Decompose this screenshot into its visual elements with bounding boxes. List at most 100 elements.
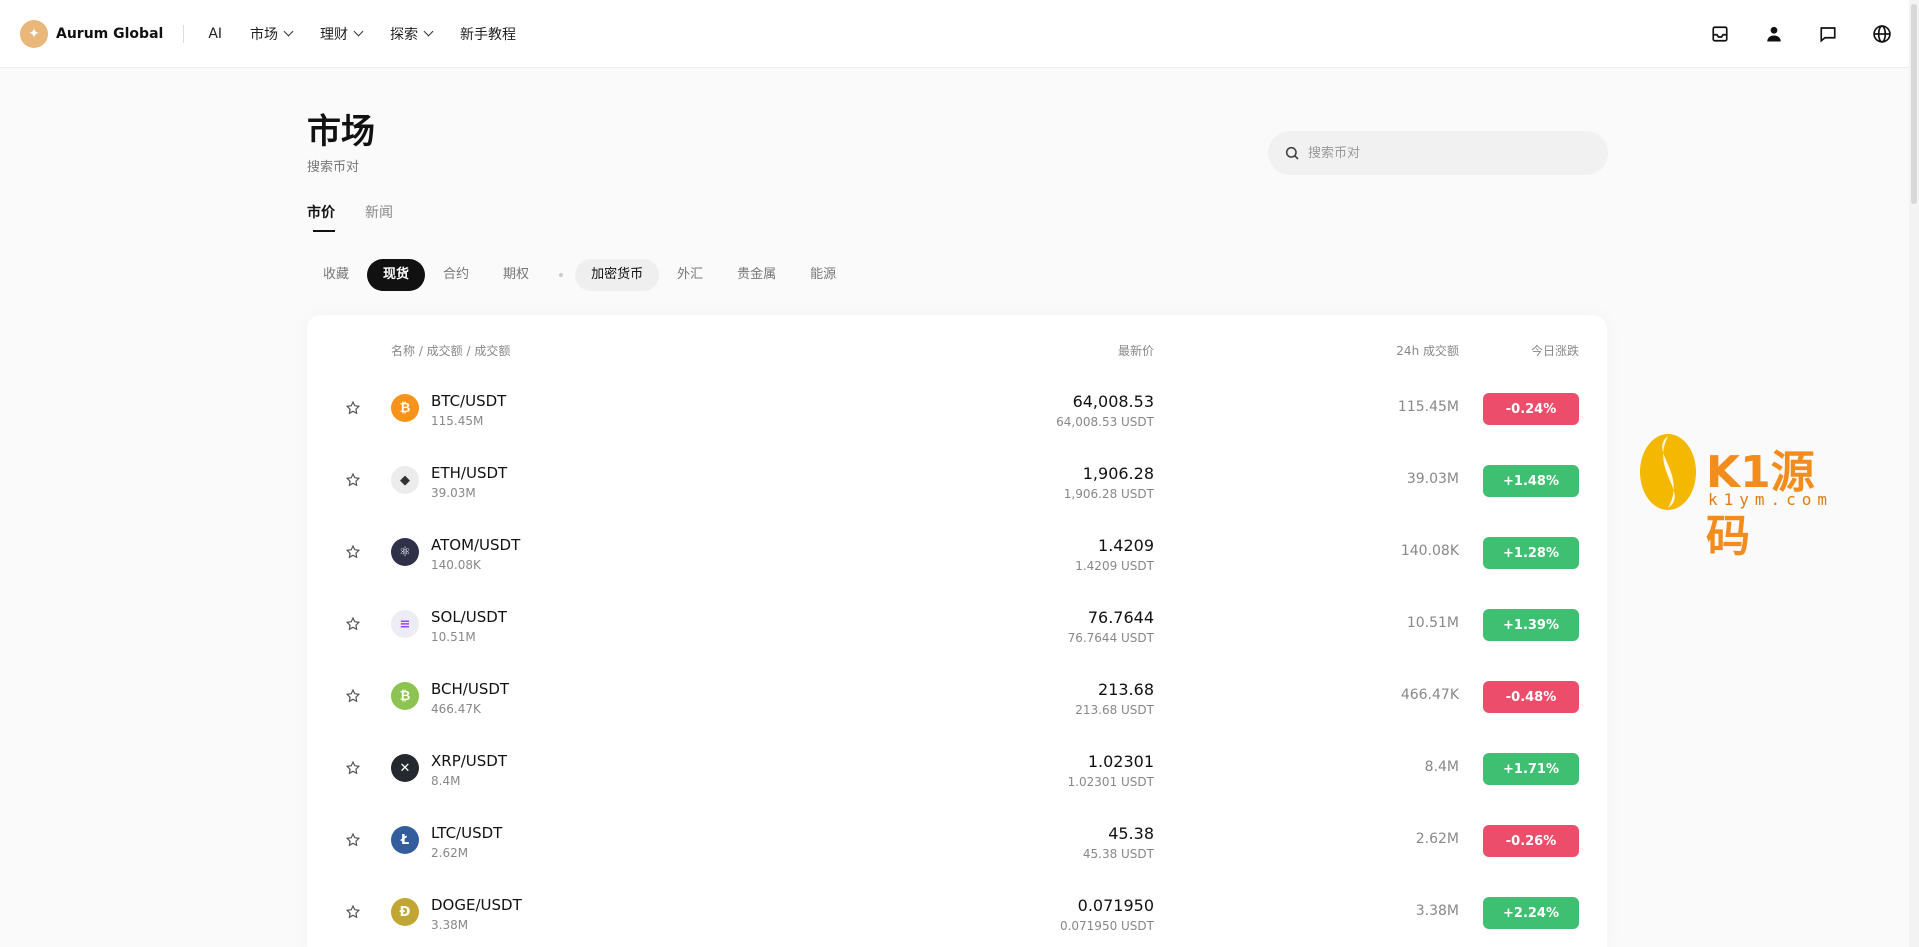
xrp-icon: ✕	[391, 754, 419, 782]
favorite-star-icon[interactable]	[345, 688, 363, 706]
chat-icon[interactable]	[1815, 21, 1841, 47]
search-box[interactable]	[1268, 131, 1608, 175]
chevron-down-icon	[283, 26, 294, 37]
last-price-usdt: 213.68 USDT	[1075, 703, 1154, 717]
table-row[interactable]: ◆ ETH/USDT 39.03M 1,906.28 1,906.28 USDT 39.0…	[307, 445, 1607, 517]
volume-24h: 115.45M	[1397, 399, 1459, 415]
change-badge: +1.28%	[1483, 537, 1579, 569]
change-badge: +1.71%	[1483, 753, 1579, 785]
filter-chip[interactable]: 现货	[367, 259, 426, 291]
filter-chip[interactable]: 贵金属	[721, 259, 792, 291]
favorite-star-icon[interactable]	[345, 472, 363, 490]
nav-item-3[interactable]: 探索	[390, 24, 434, 44]
filter-chip[interactable]: 加密货币	[575, 259, 660, 291]
table-row[interactable]: ₿ BTC/USDT 115.45M 64,008.53 64,008.53 USDT 1…	[307, 373, 1607, 445]
last-price: 1,906.28	[1082, 464, 1154, 483]
table-row[interactable]: Ð DOGE/USDT 3.38M 0.071950 0.071950 USDT 3.38…	[307, 877, 1607, 947]
pair-name: BCH/USDT	[431, 680, 510, 698]
last-price-usdt: 0.071950 USDT	[1059, 919, 1154, 933]
watermark-logo: K1源码 k1ym.com	[1638, 432, 1838, 562]
volume-24h: 8.4M	[1424, 759, 1459, 775]
nav-item-1[interactable]: 市场	[250, 24, 294, 44]
pair-name: BTC/USDT	[431, 392, 507, 410]
table-row[interactable]: ₿ BCH/USDT 466.47K 213.68 213.68 USDT 466.47K…	[307, 661, 1607, 733]
pair-volume: 115.45M	[431, 414, 484, 428]
table-row[interactable]: Ł LTC/USDT 2.62M 45.38 45.38 USDT 2.62M -0.26%	[307, 805, 1607, 877]
nav-item-label: 新手教程	[460, 26, 517, 43]
eth-icon: ◆	[391, 466, 419, 494]
market-table: 名称 / 成交额 / 成交额 最新价 24h 成交额 今日涨跌 ₿ BTC/USD…	[307, 315, 1607, 947]
volume-24h: 10.51M	[1406, 615, 1459, 631]
ltc-icon: Ł	[391, 826, 419, 854]
pair-volume: 3.38M	[431, 918, 469, 932]
favorite-star-icon[interactable]	[345, 544, 363, 562]
page-title: 市场	[307, 112, 375, 152]
filter-chip[interactable]: 合约	[427, 259, 485, 291]
pair-volume: 2.62M	[431, 846, 469, 860]
change-badge: +2.24%	[1483, 897, 1579, 929]
volume-24h: 39.03M	[1406, 471, 1459, 487]
nav-item-label: 市场	[250, 26, 279, 43]
nav-item-2[interactable]: 理财	[320, 24, 364, 44]
last-price: 64,008.53	[1072, 392, 1154, 411]
table-row[interactable]: ✕ XRP/USDT 8.4M 1.02301 1.02301 USDT 8.4M +1.7…	[307, 733, 1607, 805]
filter-chip[interactable]: 期权	[487, 259, 545, 291]
inbox-icon[interactable]	[1707, 21, 1733, 47]
nav-divider	[183, 24, 185, 43]
last-price-usdt: 76.7644 USDT	[1067, 631, 1154, 645]
brand-logo-icon: ✦	[20, 19, 48, 48]
header-volume: 24h 成交额	[1396, 344, 1459, 358]
pair-volume: 39.03M	[431, 486, 476, 500]
user-icon[interactable]	[1761, 21, 1787, 47]
nav-item-label: 理财	[320, 26, 349, 43]
header-change: 今日涨跌	[1530, 344, 1579, 358]
volume-24h: 140.08K	[1400, 543, 1459, 559]
nav-item-label: AI	[208, 25, 223, 42]
change-badge: -0.48%	[1483, 681, 1579, 713]
main-nav: AI 市场 理财 探索 新手教程	[208, 24, 544, 44]
table-row[interactable]: ⚛ ATOM/USDT 140.08K 1.4209 1.4209 USDT 140.08…	[307, 517, 1607, 589]
brand[interactable]: ✦ Aurum Global	[20, 19, 163, 48]
pair-name: ETH/USDT	[431, 464, 508, 482]
filter-chip[interactable]: 能源	[794, 259, 852, 291]
table-row[interactable]: ≡ SOL/USDT 10.51M 76.7644 76.7644 USDT 10.51M…	[307, 589, 1607, 661]
tab-0[interactable]: 市价	[307, 202, 335, 232]
favorite-star-icon[interactable]	[345, 616, 363, 634]
nav-item-4[interactable]: 新手教程	[460, 24, 516, 44]
watermark-swirl-icon	[1640, 434, 1696, 510]
nav-item-0[interactable]: AI	[208, 26, 222, 42]
header-name: 名称 / 成交额 / 成交额	[391, 344, 511, 358]
header-price: 最新价	[1117, 344, 1154, 358]
pair-volume: 466.47K	[431, 702, 481, 716]
globe-icon[interactable]	[1869, 21, 1895, 47]
filter-chip[interactable]: 收藏	[307, 259, 365, 291]
search-input[interactable]	[1308, 145, 1588, 161]
favorite-star-icon[interactable]	[345, 904, 363, 922]
last-price-usdt: 1.02301 USDT	[1067, 775, 1154, 789]
top-navbar: ✦ Aurum Global AI 市场 理财 探索 新手教程	[0, 0, 1919, 68]
filter-chip[interactable]: 外汇	[661, 259, 719, 291]
volume-24h: 466.47K	[1400, 687, 1459, 703]
last-price-usdt: 45.38 USDT	[1082, 847, 1154, 861]
favorite-star-icon[interactable]	[345, 400, 363, 418]
pair-name: XRP/USDT	[431, 752, 508, 770]
chip-separator	[559, 273, 564, 277]
tab-1[interactable]: 新闻	[365, 202, 393, 232]
change-badge: -0.24%	[1483, 393, 1579, 425]
last-price-usdt: 1.4209 USDT	[1075, 559, 1154, 573]
page-scrollbar[interactable]	[1909, 0, 1919, 947]
scrollbar-thumb[interactable]	[1911, 4, 1917, 204]
change-badge: +1.39%	[1483, 609, 1579, 641]
last-price: 76.7644	[1087, 608, 1154, 627]
last-price-usdt: 64,008.53 USDT	[1056, 415, 1154, 429]
last-price: 1.02301	[1087, 752, 1154, 771]
last-price: 45.38	[1108, 824, 1154, 843]
last-price: 0.071950	[1077, 896, 1154, 915]
favorite-star-icon[interactable]	[345, 832, 363, 850]
volume-24h: 3.38M	[1415, 903, 1459, 919]
change-badge: +1.48%	[1483, 465, 1579, 497]
volume-24h: 2.62M	[1415, 831, 1459, 847]
favorite-star-icon[interactable]	[345, 760, 363, 778]
pair-volume: 10.51M	[431, 630, 476, 644]
pair-name: ATOM/USDT	[431, 536, 521, 554]
